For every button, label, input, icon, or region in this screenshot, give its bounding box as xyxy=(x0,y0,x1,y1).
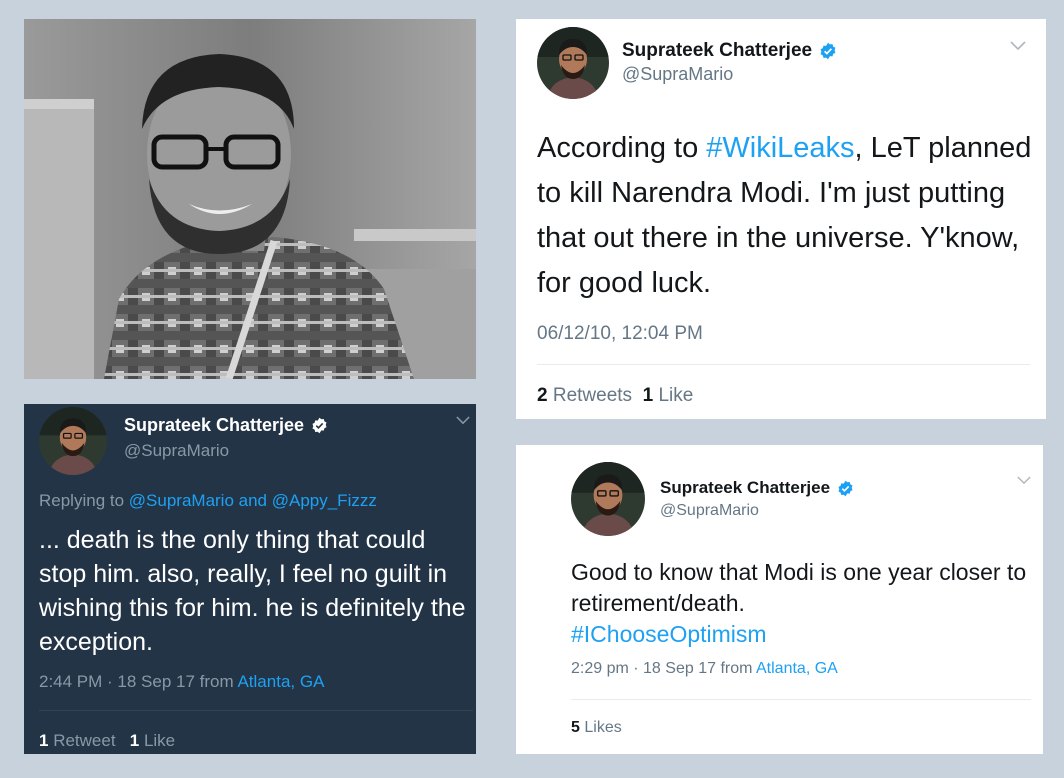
verified-badge-icon xyxy=(837,480,854,497)
engagement-stats: 5 Likes xyxy=(571,719,622,737)
engagement-stats: 1 Retweet 1 Like xyxy=(39,731,175,751)
avatar[interactable] xyxy=(537,27,609,99)
tweet-card-optimism: Suprateek Chatterjee @SupraMario Good to… xyxy=(516,445,1043,754)
user-handle[interactable]: @SupraMario xyxy=(660,502,759,520)
author-row: Suprateek Chatterjee xyxy=(622,40,837,62)
divider xyxy=(39,710,473,711)
chevron-down-icon[interactable] xyxy=(1017,476,1031,485)
display-name[interactable]: Suprateek Chatterjee xyxy=(622,40,812,62)
likes-label[interactable]: Like xyxy=(658,385,693,406)
hashtag-link[interactable]: #WikiLeaks xyxy=(706,132,854,164)
location-link[interactable]: Atlanta, GA xyxy=(237,672,324,691)
display-name[interactable]: Suprateek Chatterjee xyxy=(124,415,304,436)
timestamp[interactable]: 2:29 pm · 18 Sep 17 xyxy=(571,660,716,677)
avatar[interactable] xyxy=(571,462,645,536)
tweet-meta: 2:44 PM · 18 Sep 17 from Atlanta, GA xyxy=(39,672,324,692)
avatar-image xyxy=(537,27,609,99)
avatar[interactable] xyxy=(39,407,107,475)
from-label: from xyxy=(720,660,753,677)
tweet-text: ... death is the only thing that could s… xyxy=(39,526,466,656)
replying-to: Replying to @SupraMario and @Appy_Fizzz xyxy=(39,491,377,511)
divider xyxy=(537,364,1030,365)
tweet-card-wikileaks: Suprateek Chatterjee @SupraMario Accordi… xyxy=(516,19,1046,419)
likes-count[interactable]: 1 xyxy=(130,731,139,750)
tweet-text-before: According to xyxy=(537,132,707,164)
replying-prefix: Replying to xyxy=(39,491,129,510)
timestamp[interactable]: 06/12/10, 12:04 PM xyxy=(537,323,703,345)
chevron-down-icon[interactable] xyxy=(1010,41,1026,51)
replying-users-link[interactable]: @SupraMario and @Appy_Fizzz xyxy=(129,491,377,510)
retweets-label[interactable]: Retweets xyxy=(553,385,632,406)
author-row: Suprateek Chatterjee xyxy=(124,415,328,436)
likes-count[interactable]: 5 xyxy=(571,719,580,736)
tweet-text-main: Good to know that Modi is one year close… xyxy=(571,559,1027,616)
retweets-count[interactable]: 1 xyxy=(39,731,48,750)
location-link[interactable]: Atlanta, GA xyxy=(756,660,838,677)
divider xyxy=(571,699,1031,700)
person-photo xyxy=(24,19,476,379)
likes-label[interactable]: Likes xyxy=(584,719,621,736)
user-handle[interactable]: @SupraMario xyxy=(622,64,733,85)
verified-badge-icon xyxy=(311,417,328,434)
chevron-down-icon[interactable] xyxy=(456,416,470,425)
person-photo-image xyxy=(24,19,476,379)
display-name[interactable]: Suprateek Chatterjee xyxy=(660,478,830,498)
verified-badge-icon xyxy=(819,42,837,60)
tweet-meta: 2:29 pm · 18 Sep 17 from Atlanta, GA xyxy=(571,660,838,678)
user-handle[interactable]: @SupraMario xyxy=(124,441,229,461)
tweet-text: According to #WikiLeaks, LeT planned to … xyxy=(537,126,1037,306)
from-label: from xyxy=(199,672,234,691)
avatar-image xyxy=(39,407,107,475)
tweet-card-reply-dark: Suprateek Chatterjee @SupraMario Replyin… xyxy=(24,404,476,754)
timestamp[interactable]: 2:44 PM · 18 Sep 17 xyxy=(39,672,195,691)
tweet-text: Good to know that Modi is one year close… xyxy=(571,557,1031,650)
avatar-image xyxy=(571,462,645,536)
retweets-label[interactable]: Retweet xyxy=(53,731,115,750)
engagement-stats: 2 Retweets 1 Like xyxy=(537,385,693,407)
retweets-count[interactable]: 2 xyxy=(537,385,548,406)
likes-count[interactable]: 1 xyxy=(643,385,654,406)
hashtag-link[interactable]: #IChooseOptimism xyxy=(571,621,767,647)
author-row: Suprateek Chatterjee xyxy=(660,478,854,498)
likes-label[interactable]: Like xyxy=(144,731,175,750)
